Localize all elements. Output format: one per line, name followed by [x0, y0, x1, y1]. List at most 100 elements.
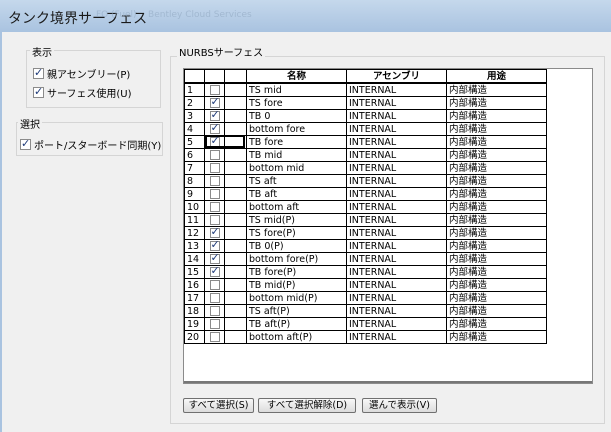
assembly-cell[interactable]: INTERNAL — [346, 109, 447, 123]
table-row[interactable]: 6 TB mid INTERNAL 内部構造 — [184, 148, 547, 162]
parent-assembly-option[interactable]: 親アセンブリー(P) — [33, 66, 130, 81]
table-row[interactable]: 8 TS aft INTERNAL 内部構造 — [184, 174, 547, 188]
table-row[interactable]: 20 bottom aft(P) INTERNAL 内部構造 — [184, 330, 547, 344]
table-row[interactable]: 12 TS fore(P)INTERNAL内部構造 — [184, 226, 547, 240]
usage-cell[interactable]: 内部構造 — [446, 161, 547, 175]
row-checkbox[interactable] — [209, 98, 220, 108]
assembly-cell[interactable]: INTERNAL — [346, 122, 447, 136]
name-cell[interactable]: bottom aft — [246, 200, 347, 214]
port-starboard-sync-checkbox[interactable] — [20, 137, 31, 150]
name-cell[interactable]: TS mid — [246, 82, 347, 97]
row-checkbox[interactable] — [209, 280, 220, 290]
row-checkbox-cell[interactable] — [204, 109, 225, 123]
usage-column-header[interactable]: 用途 — [446, 69, 547, 84]
assembly-cell[interactable]: INTERNAL — [346, 265, 447, 279]
name-cell[interactable]: TB aft(P) — [246, 317, 347, 331]
row-number-cell[interactable]: 10 — [184, 200, 205, 214]
assembly-cell[interactable]: INTERNAL — [346, 148, 447, 162]
name-cell[interactable]: TB mid — [246, 148, 347, 162]
row-checkbox[interactable] — [209, 137, 220, 147]
assembly-cell[interactable]: INTERNAL — [346, 200, 447, 214]
row-number-cell[interactable]: 19 — [184, 317, 205, 331]
name-cell[interactable]: TS aft — [246, 174, 347, 188]
usage-cell[interactable]: 内部構造 — [446, 330, 547, 344]
usage-cell[interactable]: 内部構造 — [446, 265, 547, 279]
assembly-cell[interactable]: INTERNAL — [346, 161, 447, 175]
row-checkbox[interactable] — [209, 332, 220, 342]
row-checkbox[interactable] — [209, 189, 220, 199]
usage-cell[interactable]: 内部構造 — [446, 317, 547, 331]
name-cell[interactable]: bottom aft(P) — [246, 330, 347, 344]
name-cell[interactable]: TB mid(P) — [246, 278, 347, 292]
name-column-header[interactable]: 名称 — [246, 69, 347, 84]
usage-cell[interactable]: 内部構造 — [446, 82, 547, 97]
assembly-cell[interactable]: INTERNAL — [346, 239, 447, 253]
row-checkbox-cell[interactable] — [204, 135, 225, 149]
row-checkbox[interactable] — [209, 228, 220, 238]
usage-cell[interactable]: 内部構造 — [446, 278, 547, 292]
usage-cell[interactable]: 内部構造 — [446, 200, 547, 214]
table-row[interactable]: 2 TS foreINTERNAL内部構造 — [184, 96, 547, 110]
name-cell[interactable]: TS fore — [246, 96, 347, 110]
row-checkbox[interactable] — [209, 163, 220, 173]
name-cell[interactable]: TB 0(P) — [246, 239, 347, 253]
row-checkbox-cell[interactable] — [204, 213, 225, 227]
row-checkbox[interactable] — [209, 293, 220, 303]
usage-cell[interactable]: 内部構造 — [446, 291, 547, 305]
assembly-cell[interactable]: INTERNAL — [346, 96, 447, 110]
row-number-cell[interactable]: 18 — [184, 304, 205, 318]
table-row[interactable]: 10 bottom aft INTERNAL 内部構造 — [184, 200, 547, 214]
row-checkbox-cell[interactable] — [204, 122, 225, 136]
name-cell[interactable]: TS aft(P) — [246, 304, 347, 318]
row-checkbox-cell[interactable] — [204, 317, 225, 331]
row-number-cell[interactable]: 8 — [184, 174, 205, 188]
use-surface-option[interactable]: サーフェス使用(U) — [33, 85, 132, 100]
deselect-all-button[interactable]: すべて選択解除(D) — [258, 398, 356, 413]
table-row[interactable]: 14 bottom fore(P)INTERNAL内部構造 — [184, 252, 547, 266]
table-row[interactable]: 1 TS mid INTERNAL 内部構造 — [184, 82, 547, 97]
row-number-cell[interactable]: 3 — [184, 109, 205, 123]
assembly-cell[interactable]: INTERNAL — [346, 278, 447, 292]
table-row[interactable]: 4 bottom foreINTERNAL内部構造 — [184, 122, 547, 136]
row-checkbox-cell[interactable] — [204, 330, 225, 344]
row-checkbox-cell[interactable] — [204, 200, 225, 214]
row-checkbox-cell[interactable] — [204, 187, 225, 201]
assembly-cell[interactable]: INTERNAL — [346, 317, 447, 331]
row-checkbox[interactable] — [209, 202, 220, 212]
usage-cell[interactable]: 内部構造 — [446, 304, 547, 318]
usage-cell[interactable]: 内部構造 — [446, 96, 547, 110]
nurbs-grid[interactable]: 名称 アセンブリ 用途 1TS midINTERNAL内部構造2TS foreI… — [183, 68, 593, 384]
row-number-cell[interactable]: 15 — [184, 265, 205, 279]
port-starboard-sync-option[interactable]: ポート/スターボード同期(Y) — [20, 137, 161, 152]
row-checkbox[interactable] — [209, 267, 220, 277]
row-checkbox-cell[interactable] — [204, 82, 225, 97]
table-row[interactable]: 19 TB aft(P) INTERNAL 内部構造 — [184, 317, 547, 331]
row-checkbox-cell[interactable] — [204, 252, 225, 266]
usage-cell[interactable]: 内部構造 — [446, 122, 547, 136]
select-all-button[interactable]: すべて選択(S) — [183, 398, 254, 413]
row-checkbox[interactable] — [209, 241, 220, 251]
row-number-cell[interactable]: 7 — [184, 161, 205, 175]
row-checkbox[interactable] — [209, 111, 220, 121]
assembly-column-header[interactable]: アセンブリ — [346, 69, 447, 84]
row-number-cell[interactable]: 6 — [184, 148, 205, 162]
assembly-cell[interactable]: INTERNAL — [346, 252, 447, 266]
name-cell[interactable]: bottom mid(P) — [246, 291, 347, 305]
row-number-cell[interactable]: 9 — [184, 187, 205, 201]
name-cell[interactable]: TB 0 — [246, 109, 347, 123]
use-surface-checkbox[interactable] — [33, 85, 44, 98]
row-checkbox[interactable] — [209, 176, 220, 186]
table-row[interactable]: 9 TB aft INTERNAL 内部構造 — [184, 187, 547, 201]
row-number-cell[interactable]: 17 — [184, 291, 205, 305]
row-number-cell[interactable]: 12 — [184, 226, 205, 240]
assembly-cell[interactable]: INTERNAL — [346, 291, 447, 305]
assembly-cell[interactable]: INTERNAL — [346, 174, 447, 188]
assembly-cell[interactable]: INTERNAL — [346, 187, 447, 201]
usage-cell[interactable]: 内部構造 — [446, 148, 547, 162]
row-checkbox[interactable] — [209, 124, 220, 134]
row-checkbox[interactable] — [209, 150, 220, 160]
table-row[interactable]: 11 TS mid(P) INTERNAL 内部構造 — [184, 213, 547, 227]
row-checkbox-cell[interactable] — [204, 96, 225, 110]
parent-assembly-checkbox[interactable] — [33, 66, 44, 79]
usage-cell[interactable]: 内部構造 — [446, 252, 547, 266]
